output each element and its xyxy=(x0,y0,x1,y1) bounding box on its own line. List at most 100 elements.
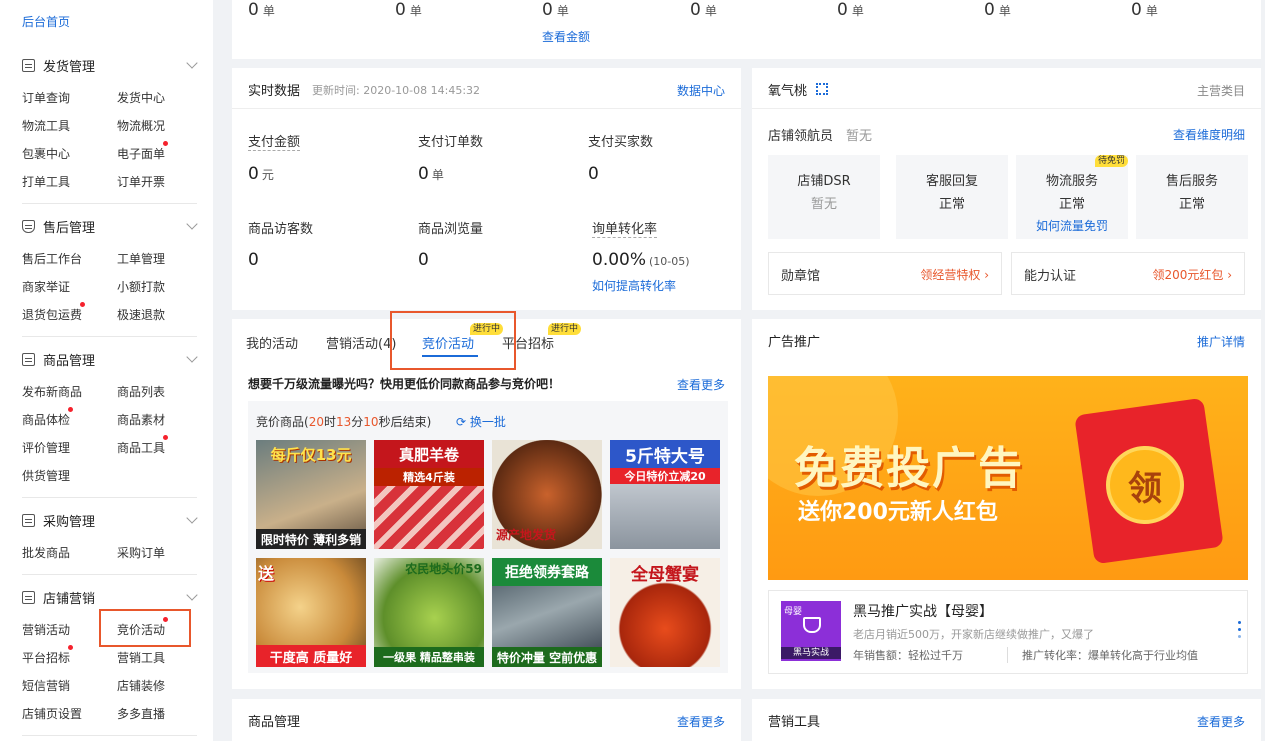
sidebar-item[interactable]: 物流概况 xyxy=(117,117,165,134)
tab-my-activities[interactable]: 我的活动 xyxy=(246,333,298,352)
divider xyxy=(22,336,197,337)
banner-headline: 免费投广告 xyxy=(794,443,1024,494)
sidebar-item[interactable]: 采购订单 xyxy=(117,544,165,561)
refresh-icon: ⟳ xyxy=(456,415,467,429)
sidebar-item[interactable]: 商家举证 xyxy=(22,278,70,295)
main-category-link[interactable]: 主营类目 xyxy=(1197,82,1245,99)
sidebar-item[interactable]: 发货中心 xyxy=(117,89,165,106)
stat-value: 0 xyxy=(588,164,599,184)
sidebar-home-link[interactable]: 后台首页 xyxy=(22,13,70,30)
navigator-label: 店铺领航员 xyxy=(768,129,834,144)
sidebar-item[interactable]: 店铺装修 xyxy=(117,677,165,694)
stat-label[interactable]: 询单转化率 xyxy=(592,218,658,238)
ad-banner[interactable]: 免费投广告 送你200元新人红包 领 xyxy=(768,376,1248,580)
sidebar-item[interactable]: 退货包运费 xyxy=(22,306,82,323)
shield-icon xyxy=(22,219,35,233)
sidebar-item[interactable]: 商品体检 xyxy=(22,411,70,428)
section-header[interactable]: 采购管理 xyxy=(22,510,198,530)
more-link[interactable]: 查看更多 xyxy=(677,713,725,730)
course-stat: 推广转化率：爆单转化高于行业均值 xyxy=(1007,647,1198,663)
order-count: 0单 xyxy=(1131,0,1158,20)
countdown: 竞价商品(20时13分10秒后结束) xyxy=(256,415,432,429)
sidebar-item[interactable]: 工单管理 xyxy=(117,250,165,267)
stat-value: 0单 xyxy=(418,164,444,184)
product-thumb[interactable]: 农民地头价59 一级果 精品整串装 xyxy=(374,558,484,667)
carousel-dots[interactable] xyxy=(1238,621,1241,624)
improve-conversion-link[interactable]: 如何提高转化率 xyxy=(592,277,676,294)
section-title: 商品管理 xyxy=(43,353,96,369)
sidebar-item[interactable]: 短信营销 xyxy=(22,677,70,694)
notification-dot xyxy=(80,302,85,307)
stat-label: 支付订单数 xyxy=(418,135,484,150)
sidebar-item[interactable]: 供货管理 xyxy=(22,467,70,484)
sidebar-item[interactable]: 平台招标 xyxy=(22,649,70,666)
data-center-link[interactable]: 数据中心 xyxy=(677,82,725,99)
sidebar-item[interactable]: 店铺页设置 xyxy=(22,705,82,722)
sidebar-item[interactable]: 包裹中心 xyxy=(22,145,70,162)
cell-value: 正常 xyxy=(1058,197,1085,212)
box-icon xyxy=(22,352,35,366)
dsr-cell: 店铺DSR 暂无 xyxy=(768,155,880,239)
sidebar-item[interactable]: 极速退款 xyxy=(117,306,165,323)
pending-badge: 待免罚 xyxy=(1094,155,1128,167)
refresh-button[interactable]: ⟳ 换一批 xyxy=(456,413,506,430)
sidebar-item[interactable]: 小额打款 xyxy=(117,278,165,295)
chevron-down-icon[interactable] xyxy=(186,57,198,69)
qrcode-icon[interactable] xyxy=(816,83,828,95)
divider xyxy=(22,574,197,575)
sidebar-item[interactable]: 商品列表 xyxy=(117,383,165,400)
chevron-down-icon[interactable] xyxy=(186,351,198,363)
section-header[interactable]: 售后管理 xyxy=(22,216,198,236)
section-header[interactable]: 商品管理 xyxy=(22,349,198,369)
notification-dot xyxy=(163,141,168,146)
sidebar-item[interactable]: 打单工具 xyxy=(22,173,70,190)
shop-name: 氧气桃 xyxy=(768,84,808,99)
sidebar-item[interactable]: 售后工作台 xyxy=(22,250,82,267)
section-title: 发货管理 xyxy=(43,59,96,75)
card-title: 商品管理 xyxy=(248,715,301,730)
chevron-down-icon[interactable] xyxy=(186,218,198,230)
chevron-down-icon[interactable] xyxy=(186,512,198,524)
view-amount-link[interactable]: 查看金额 xyxy=(542,28,590,45)
notification-dot xyxy=(68,645,73,650)
sidebar-item[interactable]: 评价管理 xyxy=(22,439,70,456)
logistics-cell: 待免罚 物流服务 正常 如何流量免罚 xyxy=(1016,155,1128,239)
chevron-down-icon[interactable] xyxy=(186,589,198,601)
product-thumb[interactable]: 源产地发货 xyxy=(492,440,602,549)
row-label: 能力认证 xyxy=(1024,269,1077,284)
sidebar-item[interactable]: 批发商品 xyxy=(22,544,70,561)
row-action[interactable]: 领200元红包 › xyxy=(1152,266,1232,283)
dimension-detail-link[interactable]: 查看维度明细 xyxy=(1173,126,1245,143)
tab-marketing[interactable]: 营销活动(4) xyxy=(326,333,396,352)
product-thumb[interactable]: 拒绝领券套路 特价冲量 空前优惠 xyxy=(492,558,602,667)
course-card[interactable]: 母婴 黑马实战 黑马推广实战【母婴】 老店月销近500万，开家新店继续做推广，又… xyxy=(768,590,1248,674)
sidebar-item[interactable]: 营销工具 xyxy=(117,649,165,666)
section-header[interactable]: 店铺营销 xyxy=(22,587,198,607)
section-header[interactable]: 发货管理 xyxy=(22,55,198,75)
sidebar-item[interactable]: 订单开票 xyxy=(117,173,165,190)
medal-hall-row[interactable]: 勋章馆 领经营特权 › xyxy=(768,252,1002,295)
sidebar-item[interactable]: 营销活动 xyxy=(22,621,70,638)
avoid-penalty-link[interactable]: 如何流量免罚 xyxy=(1016,217,1128,234)
product-thumb[interactable]: 送 干度高 质量好 xyxy=(256,558,366,667)
store-icon xyxy=(22,590,35,604)
product-thumb[interactable]: 真肥羊卷 精选4斤装 xyxy=(374,440,484,549)
sidebar-item[interactable]: 发布新商品 xyxy=(22,383,82,400)
more-link[interactable]: 查看更多 xyxy=(1197,713,1245,730)
row-action[interactable]: 领经营特权 › xyxy=(920,266,989,283)
product-thumb[interactable]: 5斤特大号 今日特价立减20 xyxy=(610,440,720,549)
notification-dot xyxy=(163,435,168,440)
sidebar-item[interactable]: 多多直播 xyxy=(117,705,165,722)
sidebar-item[interactable]: 物流工具 xyxy=(22,117,70,134)
sidebar-item[interactable]: 商品素材 xyxy=(117,411,165,428)
ability-cert-row[interactable]: 能力认证 领200元红包 › xyxy=(1011,252,1245,295)
ads-detail-link[interactable]: 推广详情 xyxy=(1197,333,1245,350)
sidebar-item[interactable]: 电子面单 xyxy=(117,145,165,162)
sidebar-item[interactable]: 商品工具 xyxy=(117,439,165,456)
more-link[interactable]: 查看更多 xyxy=(677,376,725,393)
product-thumb[interactable]: 全母蟹宴 xyxy=(610,558,720,667)
order-count: 0单 xyxy=(542,0,569,20)
product-thumb[interactable]: 每斤仅13元 限时特价 薄利多销 xyxy=(256,440,366,549)
sidebar-item[interactable]: 订单查询 xyxy=(22,89,70,106)
stat-label[interactable]: 支付金额 xyxy=(248,131,301,151)
